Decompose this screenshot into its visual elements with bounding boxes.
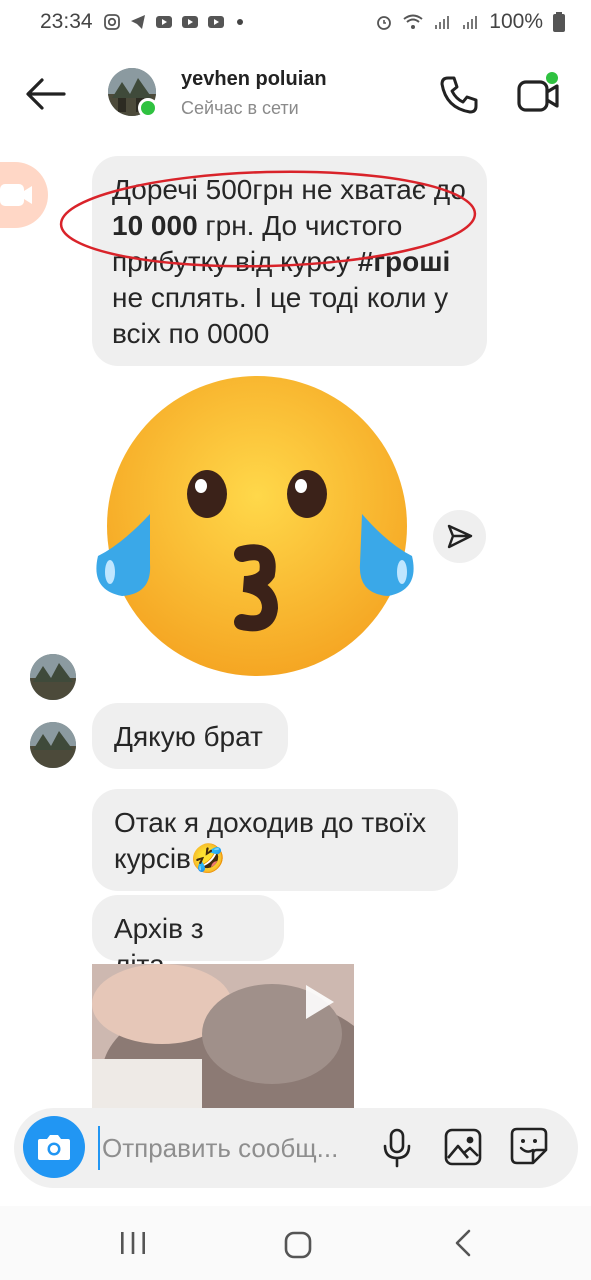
notification-icons [103, 13, 243, 31]
sticker-icon[interactable] [509, 1126, 549, 1166]
mic-icon[interactable] [380, 1128, 414, 1168]
system-nav-bar [0, 1206, 591, 1280]
message-composer [14, 1108, 578, 1188]
avatar-photo [30, 722, 76, 768]
contact-status: Сейчас в сети [181, 98, 299, 118]
home-icon[interactable] [283, 1230, 313, 1260]
message-bubble[interactable]: Отак я доходив до твоїх курсів🤣 [92, 789, 458, 891]
video-camera-icon [0, 184, 32, 206]
battery-percent: 100% [489, 10, 543, 33]
online-indicator [138, 98, 158, 118]
video-call-icon[interactable] [516, 72, 562, 118]
play-icon[interactable] [302, 982, 338, 1022]
telegram-icon [130, 15, 145, 29]
alarm-icon [377, 16, 392, 30]
nav-back-icon[interactable] [452, 1228, 474, 1258]
status-time: 23:34 [40, 10, 93, 33]
back-arrow-icon[interactable] [24, 74, 68, 114]
avatar-photo [30, 654, 76, 700]
message-bubble[interactable]: Дякую брат [92, 703, 288, 769]
message-text: Отак я доходив до твоїх курсів🤣 [114, 807, 427, 874]
message-input[interactable] [98, 1126, 368, 1170]
avatar[interactable] [30, 722, 76, 768]
message-text: Дякую брат [114, 721, 263, 752]
youtube-icon [181, 16, 198, 28]
gallery-icon[interactable] [444, 1128, 482, 1166]
battery-icon [553, 12, 565, 32]
emoji-sticker[interactable] [92, 376, 418, 694]
share-send-icon [447, 524, 473, 549]
phone-icon[interactable] [438, 74, 480, 116]
chat-header: yevhen poluian Сейчас в сети [0, 56, 591, 136]
wifi-icon [403, 14, 423, 29]
kissing-crying-emoji-icon [96, 376, 414, 676]
camera-button[interactable] [23, 1116, 85, 1178]
system-icons: 100% [375, 10, 565, 34]
recent-apps-icon[interactable] [118, 1230, 148, 1256]
red-annotation-circle [59, 170, 477, 268]
signal-icon [463, 16, 478, 29]
camera-icon [38, 1135, 70, 1160]
signal-icon [435, 16, 450, 29]
youtube-icon [207, 16, 224, 28]
video-chat-side-button[interactable] [0, 162, 48, 228]
message-bubble[interactable]: Архів з літа [92, 895, 284, 980]
status-bar: 23:34 100% [0, 0, 591, 44]
message-text-part: не сплять. І це тоді коли у всіх по 0000 [112, 282, 449, 349]
avatar[interactable] [30, 654, 76, 700]
youtube-icon [155, 16, 172, 28]
share-button[interactable] [433, 510, 486, 563]
more-notifications-dot [236, 19, 243, 25]
instagram-icon [103, 14, 120, 30]
contact-name[interactable]: yevhen poluian [181, 68, 327, 91]
video-message-thumbnail[interactable] [92, 964, 354, 1109]
